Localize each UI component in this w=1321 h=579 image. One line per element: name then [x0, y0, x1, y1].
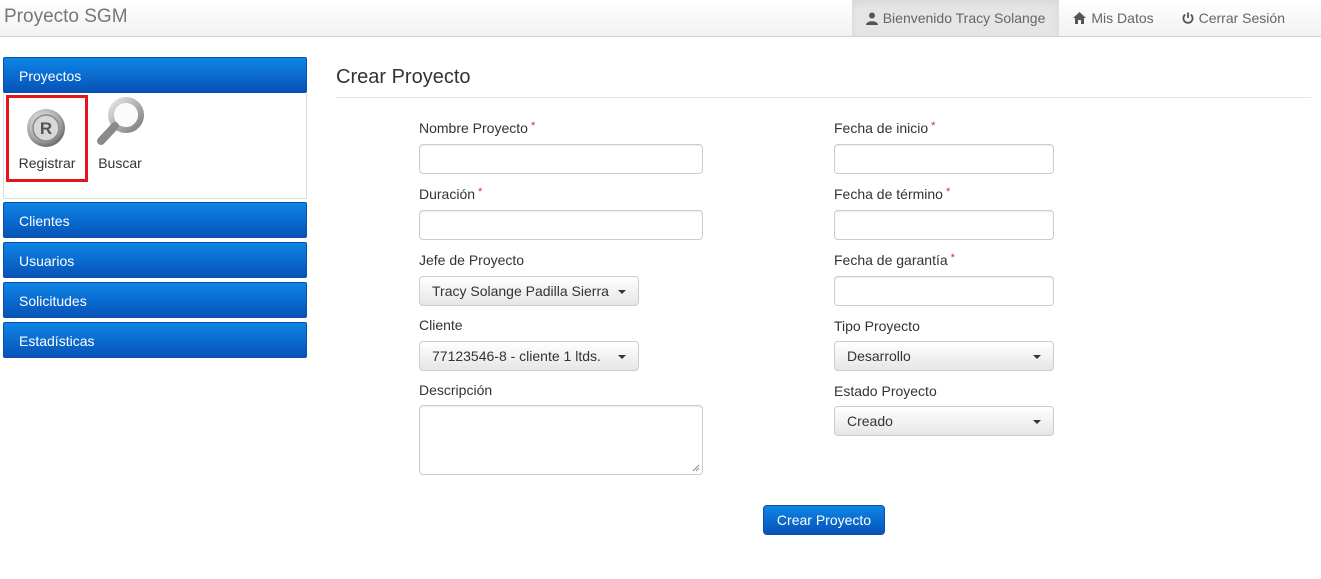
welcome-label: Bienvenido Tracy Solange [882, 10, 1046, 26]
tipo-proyecto-label: Tipo Proyecto [834, 318, 920, 334]
power-icon [1182, 12, 1194, 24]
required-mark: * [950, 252, 955, 264]
home-icon [1073, 12, 1087, 24]
sidebar: Proyectos R Registrar Buscar Clientes Us… [3, 57, 307, 362]
jefe-proyecto-select[interactable]: Tracy Solange Padilla Sierra [419, 276, 639, 306]
welcome-user-link[interactable]: Bienvenido Tracy Solange [851, 0, 1060, 36]
descripcion-textarea[interactable] [419, 405, 703, 475]
nombre-label-text: Nombre Proyecto [419, 120, 528, 136]
caret-down-icon [618, 290, 626, 294]
estado-proyecto-value: Creado [847, 413, 893, 429]
caret-down-icon [618, 355, 626, 359]
required-mark: * [931, 120, 936, 132]
caret-down-icon [1033, 420, 1041, 424]
page-title: Crear Proyecto [336, 60, 1311, 98]
duracion-label-text: Duración [419, 186, 476, 202]
cliente-label: Cliente [419, 317, 463, 333]
registered-icon: R [27, 109, 65, 147]
tipo-proyecto-select[interactable]: Desarrollo [834, 341, 1054, 371]
user-icon [865, 12, 878, 25]
buscar-tool[interactable]: Buscar [90, 95, 150, 182]
registrar-label: Registrar [18, 155, 76, 171]
main-content: Crear Proyecto [336, 60, 1311, 98]
registrar-tool[interactable]: R Registrar [6, 95, 88, 182]
cliente-value: 77123546-8 - cliente 1 ltds. [432, 348, 601, 364]
magnifier-icon [97, 97, 144, 145]
estado-proyecto-select[interactable]: Creado [834, 406, 1054, 436]
proyectos-panel: R Registrar Buscar [3, 93, 307, 199]
duracion-label: Duración * [419, 186, 482, 202]
fecha-inicio-label-text: Fecha de inicio [834, 120, 929, 136]
sidebar-item-proyectos[interactable]: Proyectos [3, 57, 307, 93]
buscar-label: Buscar [98, 155, 142, 171]
caret-down-icon [1033, 355, 1041, 359]
sidebar-item-estadisticas[interactable]: Estadísticas [3, 322, 307, 358]
descripcion-label: Descripción [419, 382, 493, 398]
fecha-inicio-label: Fecha de inicio * [834, 120, 935, 136]
fecha-garantia-label: Fecha de garantía * [834, 252, 955, 268]
sidebar-item-usuarios[interactable]: Usuarios [3, 242, 307, 278]
fecha-termino-input[interactable] [834, 210, 1054, 240]
fecha-inicio-input[interactable] [834, 144, 1054, 174]
fecha-termino-label: Fecha de término * [834, 186, 950, 202]
crear-proyecto-button[interactable]: Crear Proyecto [763, 505, 885, 535]
resize-handle-icon[interactable] [692, 464, 700, 472]
sidebar-item-solicitudes[interactable]: Solicitudes [3, 282, 307, 318]
jefe-proyecto-value: Tracy Solange Padilla Sierra [432, 283, 609, 299]
nombre-proyecto-input[interactable] [419, 144, 703, 174]
logout-label: Cerrar Sesión [1198, 10, 1285, 26]
required-mark: * [530, 120, 536, 132]
nombre-label: Nombre Proyecto * [419, 120, 535, 136]
sidebar-item-clientes[interactable]: Clientes [3, 202, 307, 238]
required-mark: * [478, 186, 483, 198]
fecha-garantia-input[interactable] [834, 276, 1054, 306]
top-navbar: Proyecto SGM Bienvenido Tracy Solange Mi… [0, 0, 1321, 37]
svg-text:R: R [40, 119, 52, 138]
my-data-link[interactable]: Mis Datos [1059, 0, 1167, 36]
cliente-select[interactable]: 77123546-8 - cliente 1 ltds. [419, 341, 639, 371]
my-data-label: Mis Datos [1091, 10, 1154, 26]
jefe-label: Jefe de Proyecto [419, 252, 525, 268]
navbar-right: Bienvenido Tracy Solange Mis Datos Cerra… [851, 0, 1321, 36]
logout-link[interactable]: Cerrar Sesión [1168, 0, 1321, 36]
fecha-garantia-label-text: Fecha de garantía [834, 252, 948, 268]
fecha-termino-label-text: Fecha de término [834, 186, 943, 202]
estado-proyecto-label: Estado Proyecto [834, 383, 937, 399]
required-mark: * [945, 186, 951, 198]
duracion-input[interactable] [419, 210, 703, 240]
brand-title[interactable]: Proyecto SGM [4, 6, 128, 28]
tipo-proyecto-value: Desarrollo [847, 348, 911, 364]
